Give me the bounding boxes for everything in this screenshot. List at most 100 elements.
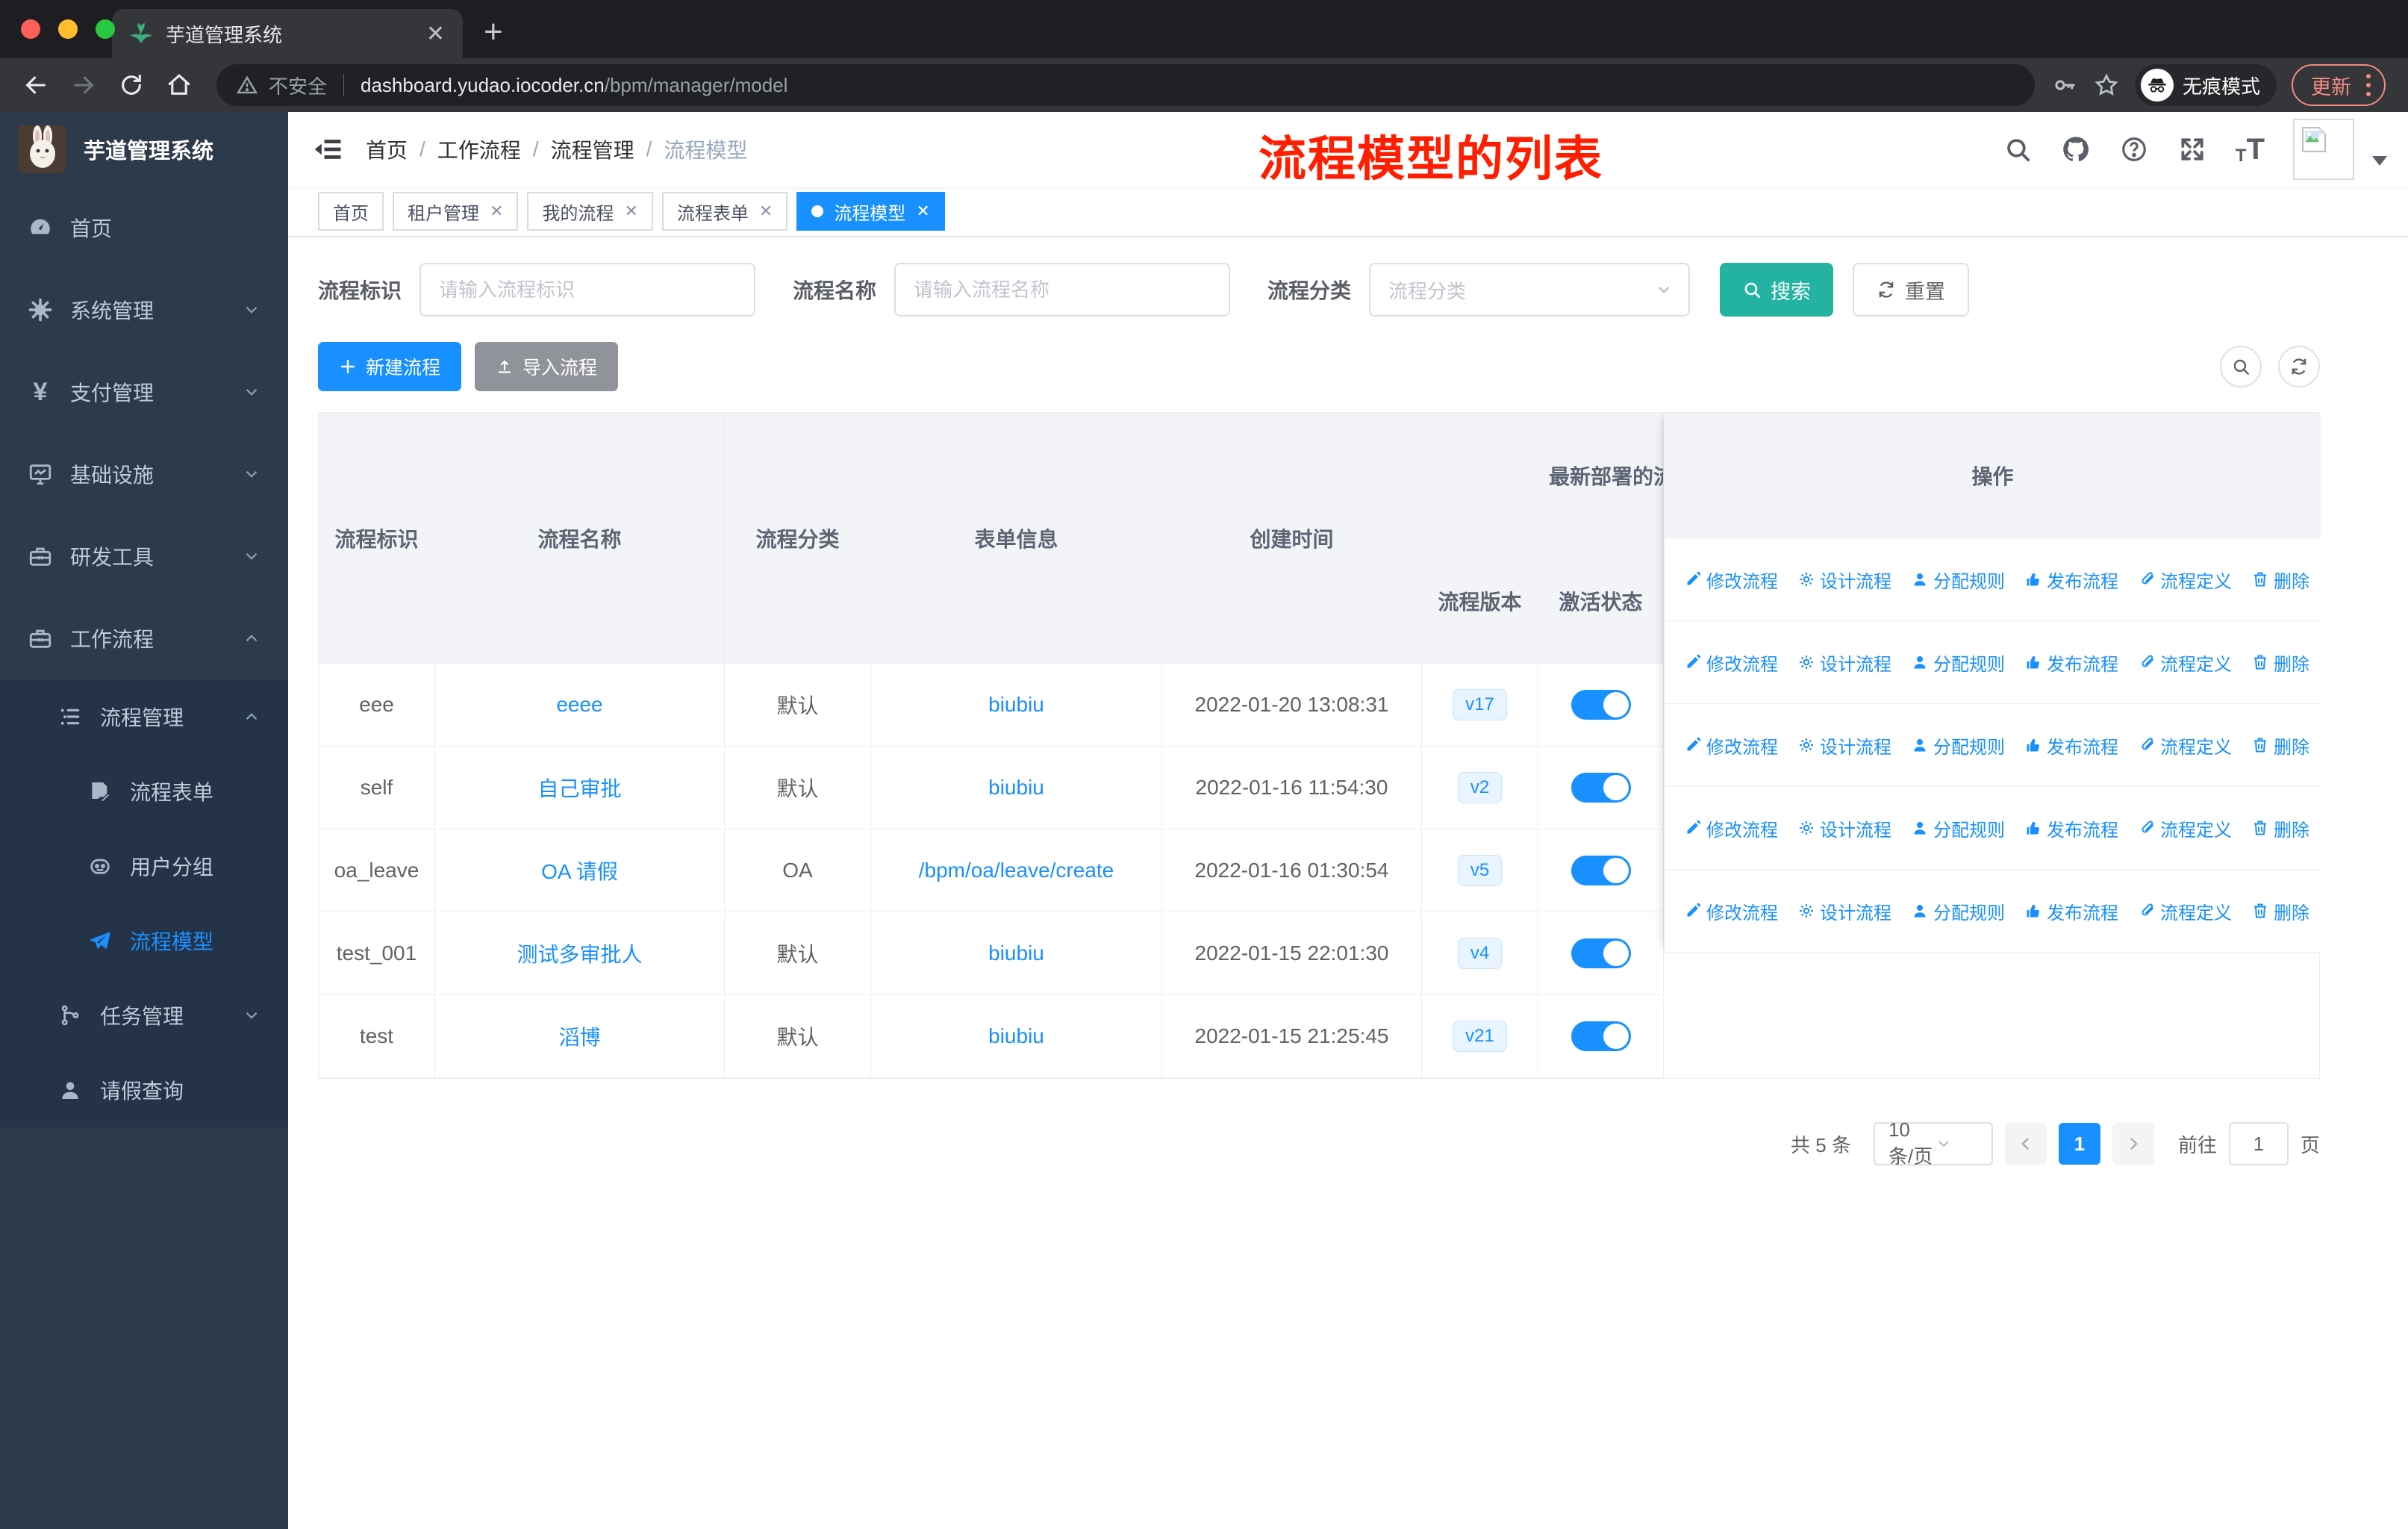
version-tag[interactable]: v5: [1457, 855, 1503, 886]
publish-action-link[interactable]: 发布流程: [2024, 732, 2118, 759]
edit-action-link[interactable]: 修改流程: [1684, 567, 1778, 593]
form-info-link[interactable]: biubiu: [988, 693, 1044, 717]
avatar-caret-icon[interactable]: [2372, 155, 2387, 166]
page-number-button[interactable]: 1: [2058, 1123, 2100, 1165]
definition-action-link[interactable]: 流程定义: [2138, 732, 2232, 759]
reset-button[interactable]: 重置: [1853, 263, 1970, 317]
assign-action-link[interactable]: 分配规则: [1911, 650, 2005, 676]
url-text[interactable]: dashboard.yudao.iocoder.cn/bpm/manager/m…: [361, 74, 787, 97]
minimize-window-button[interactable]: [58, 19, 78, 39]
version-tag[interactable]: v21: [1453, 1021, 1507, 1052]
sidebar-item-process-form[interactable]: 流程表单: [0, 754, 288, 829]
tag-我的流程[interactable]: 我的流程 ✕: [527, 192, 653, 231]
form-info-link[interactable]: /bpm/oa/leave/create: [919, 859, 1114, 882]
edit-action-link[interactable]: 修改流程: [1684, 732, 1778, 759]
help-icon[interactable]: [2119, 134, 2149, 164]
definition-action-link[interactable]: 流程定义: [2138, 650, 2232, 676]
process-category-select[interactable]: 流程分类: [1369, 263, 1691, 317]
bookmark-star-icon[interactable]: [2093, 72, 2120, 99]
browser-menu-icon[interactable]: [2366, 74, 2371, 96]
edit-action-link[interactable]: 修改流程: [1684, 815, 1778, 841]
form-info-link[interactable]: biubiu: [988, 776, 1044, 800]
design-action-link[interactable]: 设计流程: [1797, 567, 1891, 593]
close-icon[interactable]: ✕: [759, 202, 773, 221]
tag-流程模型[interactable]: 流程模型 ✕: [796, 192, 945, 231]
tag-首页[interactable]: 首页: [318, 192, 384, 231]
model-name-link[interactable]: 测试多审批人: [517, 938, 642, 968]
close-icon[interactable]: ✕: [490, 202, 503, 221]
publish-action-link[interactable]: 发布流程: [2024, 567, 2118, 593]
form-info-link[interactable]: biubiu: [988, 941, 1044, 965]
active-status-toggle[interactable]: [1570, 1021, 1631, 1051]
home-button[interactable]: [158, 64, 200, 106]
search-button[interactable]: 搜索: [1720, 263, 1834, 317]
version-tag[interactable]: v2: [1457, 772, 1503, 803]
form-info-link[interactable]: biubiu: [988, 1024, 1044, 1048]
chrome-update-button[interactable]: 更新: [2292, 64, 2386, 106]
design-action-link[interactable]: 设计流程: [1797, 732, 1891, 759]
version-tag[interactable]: v4: [1457, 938, 1503, 969]
delete-action-link[interactable]: 删除: [2251, 650, 2309, 676]
fullscreen-icon[interactable]: [2177, 134, 2207, 164]
breadcrumb-item[interactable]: 工作流程: [437, 134, 521, 164]
page-size-select[interactable]: 10条/页: [1873, 1118, 1993, 1168]
goto-page-input[interactable]: [2228, 1122, 2289, 1165]
delete-action-link[interactable]: 删除: [2251, 898, 2309, 924]
security-label[interactable]: 不安全: [269, 72, 327, 99]
model-name-link[interactable]: OA 请假: [541, 856, 618, 885]
github-icon[interactable]: [2061, 134, 2091, 164]
active-status-toggle[interactable]: [1570, 690, 1631, 720]
create-process-button[interactable]: 新建流程: [318, 342, 462, 391]
back-button[interactable]: [15, 64, 57, 106]
prev-page-button[interactable]: [2004, 1123, 2047, 1165]
close-window-button[interactable]: [21, 19, 40, 39]
active-status-toggle[interactable]: [1570, 773, 1631, 803]
hamburger-icon[interactable]: [312, 133, 345, 166]
active-status-toggle[interactable]: [1570, 938, 1631, 968]
sidebar-item-process-model[interactable]: 流程模型: [0, 903, 288, 978]
active-status-toggle[interactable]: [1570, 856, 1631, 885]
definition-action-link[interactable]: 流程定义: [2138, 815, 2232, 841]
assign-action-link[interactable]: 分配规则: [1911, 815, 2005, 841]
sidebar-item-infra[interactable]: 基础设施: [0, 433, 288, 515]
delete-action-link[interactable]: 删除: [2251, 567, 2309, 593]
design-action-link[interactable]: 设计流程: [1797, 898, 1891, 924]
search-icon[interactable]: [2003, 134, 2033, 164]
definition-action-link[interactable]: 流程定义: [2138, 567, 2232, 593]
close-icon[interactable]: ✕: [624, 202, 637, 221]
key-icon[interactable]: [2051, 72, 2078, 99]
design-action-link[interactable]: 设计流程: [1797, 815, 1891, 841]
tag-租户管理[interactable]: 租户管理 ✕: [393, 192, 519, 231]
refresh-table-button[interactable]: [2278, 346, 2320, 387]
publish-action-link[interactable]: 发布流程: [2024, 898, 2118, 924]
sidebar-item-leave-query[interactable]: 请假查询: [0, 1053, 288, 1127]
process-name-input[interactable]: [894, 263, 1231, 317]
text-size-icon[interactable]: TT: [2236, 133, 2265, 166]
user-avatar[interactable]: [2293, 119, 2354, 180]
sidebar-item-devtools[interactable]: 研发工具: [0, 515, 288, 597]
app-logo-row[interactable]: 芋道管理系统: [0, 112, 288, 187]
delete-action-link[interactable]: 删除: [2251, 815, 2309, 841]
browser-tab[interactable]: 芋道管理系统 ✕: [112, 9, 463, 58]
show-search-toggle-button[interactable]: [2220, 346, 2262, 387]
import-process-button[interactable]: 导入流程: [475, 342, 619, 391]
assign-action-link[interactable]: 分配规则: [1911, 732, 2005, 759]
delete-action-link[interactable]: 删除: [2251, 732, 2309, 759]
edit-action-link[interactable]: 修改流程: [1684, 898, 1778, 924]
sidebar-item-task-mgmt[interactable]: 任务管理: [0, 978, 288, 1053]
tag-流程表单[interactable]: 流程表单 ✕: [661, 192, 788, 231]
definition-action-link[interactable]: 流程定义: [2138, 898, 2232, 924]
new-tab-button[interactable]: +: [484, 13, 503, 51]
assign-action-link[interactable]: 分配规则: [1911, 567, 2005, 593]
model-name-link[interactable]: eeee: [556, 693, 602, 717]
sidebar-item-home[interactable]: 首页: [0, 187, 288, 269]
breadcrumb-item[interactable]: 首页: [366, 134, 408, 164]
close-icon[interactable]: ✕: [916, 202, 929, 221]
tab-close-icon[interactable]: ✕: [426, 21, 445, 47]
sidebar-item-user-group[interactable]: 用户分组: [0, 829, 288, 903]
publish-action-link[interactable]: 发布流程: [2024, 650, 2118, 676]
assign-action-link[interactable]: 分配规则: [1911, 898, 2005, 924]
model-name-link[interactable]: 滔博: [558, 1021, 600, 1051]
window-controls[interactable]: [21, 19, 115, 39]
sidebar-item-process-mgmt[interactable]: 流程管理: [0, 679, 288, 754]
